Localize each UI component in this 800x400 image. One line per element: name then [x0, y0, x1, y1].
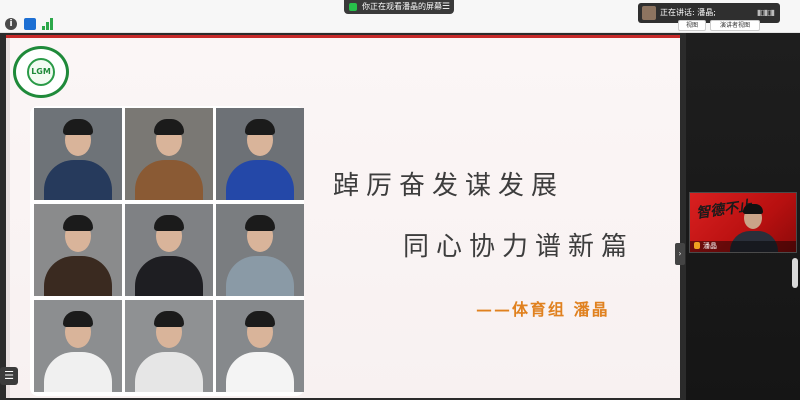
- photo-clothing: [226, 256, 294, 296]
- slide-title-line1: 踔厉奋发谋发展: [333, 171, 565, 201]
- presentation-slide: LGM 踔厉奋发谋发展 同心协力谱新篇 ——体育组 潘晶: [6, 35, 680, 398]
- photo-clothing: [226, 160, 294, 200]
- participant-video-panel: 智德不止 潘晶: [686, 33, 800, 400]
- slide-title-line2: 同心协力谱新篇: [403, 232, 635, 262]
- staff-photo: [216, 300, 304, 392]
- photo-hair: [154, 311, 184, 327]
- view-options: 视图 演讲者视图: [678, 20, 788, 32]
- screen-sharing-indicator[interactable]: 你正在观看潘晶的屏幕 ☰: [344, 0, 454, 14]
- photo-hair: [154, 119, 184, 135]
- photo-clothing: [135, 352, 203, 392]
- list-menu-icon[interactable]: ☰: [0, 367, 18, 385]
- network-signal-icon[interactable]: [42, 18, 54, 30]
- staff-photo: [216, 204, 304, 296]
- participant-name-bar: 潘晶: [690, 241, 796, 252]
- participant-name: 潘晶: [703, 242, 717, 250]
- panel-scrollbar[interactable]: [792, 258, 798, 288]
- school-logo-emblem: LGM: [27, 58, 55, 86]
- photo-clothing: [44, 160, 112, 200]
- staff-photo: [125, 204, 213, 296]
- speaker-avatar: [642, 6, 656, 20]
- speaker-view-button[interactable]: 演讲者视图: [710, 20, 760, 31]
- photo-clothing: [44, 256, 112, 296]
- sharing-menu-icon[interactable]: ☰: [442, 0, 450, 14]
- slide-edge: [6, 38, 10, 398]
- staff-photo-grid: [30, 106, 304, 396]
- photo-clothing: [135, 256, 203, 296]
- collapse-panel-button[interactable]: ›: [675, 243, 685, 265]
- participant-video-tile[interactable]: 智德不止 潘晶: [689, 192, 797, 253]
- microphone-icon: [694, 242, 700, 249]
- sharing-status-icon: [349, 3, 357, 11]
- staff-photo: [34, 108, 122, 200]
- photo-hair: [245, 311, 275, 327]
- school-logo: LGM: [13, 46, 69, 98]
- staff-photo: [34, 300, 122, 392]
- staff-photo: [216, 108, 304, 200]
- staff-photo: [125, 108, 213, 200]
- photo-hair: [245, 215, 275, 231]
- photo-hair: [63, 311, 93, 327]
- active-speaker-label: 正在讲话: 潘晶;: [660, 8, 716, 17]
- security-shield-icon[interactable]: [24, 18, 36, 30]
- staff-photo: [125, 300, 213, 392]
- photo-hair: [63, 119, 93, 135]
- photo-clothing: [44, 352, 112, 392]
- photo-clothing: [135, 160, 203, 200]
- photo-clothing: [226, 352, 294, 392]
- photo-hair: [63, 215, 93, 231]
- meeting-toolbar: i 你正在观看潘晶的屏幕 ☰ 正在讲话: 潘晶; ▮▯▮▯▮ 视图 演讲者视图: [0, 0, 800, 33]
- info-icon[interactable]: i: [5, 18, 17, 30]
- sharing-status-text: 你正在观看潘晶的屏幕: [362, 2, 442, 11]
- participant-hair: [743, 204, 763, 214]
- view-button[interactable]: 视图: [678, 20, 706, 31]
- photo-hair: [154, 215, 184, 231]
- shared-screen-area: LGM 踔厉奋发谋发展 同心协力谱新篇 ——体育组 潘晶 › ☰: [0, 33, 686, 400]
- slide-attribution: ——体育组 潘晶: [476, 300, 610, 319]
- photo-hair: [245, 119, 275, 135]
- staff-photo: [34, 204, 122, 296]
